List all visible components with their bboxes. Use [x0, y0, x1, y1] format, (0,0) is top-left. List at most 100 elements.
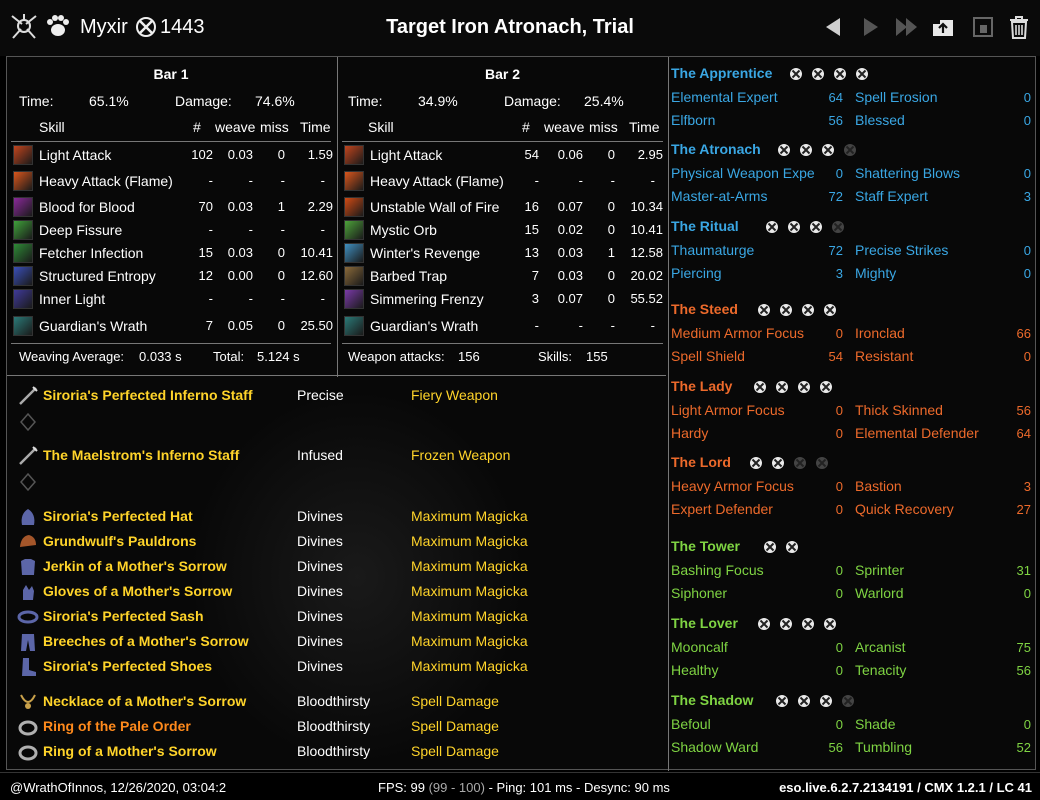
cp-star-value: 3 [1023, 189, 1031, 204]
cp-star-icon [842, 695, 854, 707]
shoes-icon [22, 658, 36, 676]
cp-star-value: 54 [828, 349, 843, 364]
bar2-header-time: Time [629, 119, 660, 135]
fast-forward-icon[interactable] [894, 14, 920, 40]
cp-star-value: 0 [835, 640, 843, 655]
cp-star-icon [776, 381, 788, 393]
gear-row[interactable]: Grundwulf's Pauldrons Divines Maximum Ma… [7, 530, 667, 554]
gear-row[interactable]: Siroria's Perfected Shoes Divines Maximu… [7, 655, 667, 679]
cp-star-name: Master-at-Arms [671, 188, 768, 204]
save-icon[interactable] [970, 14, 996, 40]
skill-row[interactable]: Light Attack 54 0.06 0 2.95 [338, 144, 667, 167]
cp-star-name: Light Armor Focus [671, 402, 785, 418]
skill-row[interactable]: Inner Light - - - - [7, 288, 335, 311]
skill-row[interactable]: Heavy Attack (Flame) - - - - [338, 170, 667, 193]
cp-star-icon [844, 144, 856, 156]
cp-star-name: Arcanist [855, 639, 906, 655]
gear-row[interactable]: Jerkin of a Mother's Sorrow Divines Maxi… [7, 555, 667, 579]
cp-star-icon [788, 221, 800, 233]
upload-icon[interactable] [930, 14, 956, 40]
skill-row[interactable]: Unstable Wall of Fire 16 0.07 0 10.34 [338, 196, 667, 219]
cp-slot-indicators [753, 380, 841, 394]
cp-star-name: Piercing [671, 265, 722, 281]
cp-star-name: Blessed [855, 112, 905, 128]
gear-row[interactable]: The Maelstrom's Inferno Staff Infused Fr… [7, 444, 667, 468]
race-paw-icon [47, 15, 69, 36]
bar2-header-miss: miss [589, 119, 618, 135]
bar1-header-skill: Skill [39, 119, 65, 135]
gear-row[interactable]: Gloves of a Mother's Sorrow Divines Maxi… [7, 580, 667, 604]
cp-star-icon [834, 68, 846, 80]
cp-star-icon [798, 695, 810, 707]
heavy-attack-icon [13, 171, 33, 191]
cp-star-name: Spell Shield [671, 348, 745, 364]
forward-arrow-icon[interactable] [858, 14, 884, 40]
skills-label: Skills: [538, 349, 572, 364]
cp-star-name: Medium Armor Focus [671, 325, 805, 341]
bar1-time-value: 65.1% [89, 93, 129, 109]
skill-row[interactable]: Guardian's Wrath 7 0.05 0 25.50 [7, 315, 335, 338]
cp-star-name: Elemental Defender [855, 425, 979, 441]
gear-row[interactable]: Necklace of a Mother's Sorrow Bloodthirs… [7, 690, 667, 714]
bar1-header-miss: miss [260, 119, 289, 135]
gear-row[interactable]: Siroria's Perfected Sash Divines Maximum… [7, 605, 667, 629]
skill-row[interactable]: Mystic Orb 15 0.02 0 10.41 [338, 219, 667, 242]
cp-slot-indicators [765, 220, 853, 234]
cp-star-icon [812, 68, 824, 80]
skill-row[interactable]: Light Attack 102 0.03 0 1.59 [7, 144, 335, 167]
skill-row[interactable]: Simmering Frenzy 3 0.07 0 55.52 [338, 288, 667, 311]
cp-star-value: 0 [835, 479, 843, 494]
gear-row[interactable]: Siroria's Perfected Hat Divines Maximum … [7, 505, 667, 529]
simmering-frenzy-icon [344, 289, 364, 309]
cp-constellation-title: The Tower [671, 538, 740, 554]
skill-row[interactable]: Structured Entropy 12 0.00 0 12.60 [7, 265, 335, 288]
cp-star-name: Expert Defender [671, 501, 773, 517]
cp-star-value: 0 [835, 563, 843, 578]
gear-row[interactable]: Breeches of a Mother's Sorrow Divines Ma… [7, 630, 667, 654]
cp-star-name: Shattering Blows [855, 165, 961, 181]
bar2-header-skill: Skill [368, 119, 394, 135]
weaving-average-label: Weaving Average: [19, 349, 125, 364]
cp-star-value: 52 [1016, 740, 1031, 755]
skill-row[interactable]: Fetcher Infection 15 0.03 0 10.41 [7, 242, 335, 265]
cp-slot-indicators [757, 617, 845, 631]
jerkin-icon [21, 559, 35, 575]
gear-row[interactable]: Ring of a Mother's Sorrow Bloodthirsty S… [7, 740, 667, 764]
staff-icon [19, 446, 38, 465]
cp-star-icon [824, 618, 836, 630]
cp-star-value: 56 [828, 113, 843, 128]
skill-row[interactable]: Heavy Attack (Flame) - - - - [7, 170, 335, 193]
light-attack-icon [13, 145, 33, 165]
skill-row[interactable]: Barbed Trap 7 0.03 0 20.02 [338, 265, 667, 288]
skill-row[interactable]: Deep Fissure - - - - [7, 219, 335, 242]
cp-star-icon [856, 68, 868, 80]
bar2-time-value: 34.9% [418, 93, 458, 109]
skill-row[interactable]: Winter's Revenge 13 0.03 1 12.58 [338, 242, 667, 265]
wall-of-fire-icon [344, 197, 364, 217]
cp-star-value: 75 [1016, 640, 1031, 655]
blood-for-blood-icon [13, 197, 33, 217]
cp-constellation-title: The Lord [671, 454, 731, 470]
bar2-header-count: # [522, 119, 530, 135]
fight-title: Target Iron Atronach, Trial [386, 16, 634, 38]
gear-row[interactable]: Ring of the Pale Order Bloodthirsty Spel… [7, 715, 667, 739]
trash-icon[interactable] [1006, 14, 1032, 40]
skill-row[interactable]: Guardian's Wrath - - - - [338, 315, 667, 338]
ring-icon [18, 720, 38, 736]
gear-row[interactable]: Siroria's Perfected Inferno Staff Precis… [7, 384, 667, 408]
title-bar: Myxir 1443 Target Iron Atronach, Trial [0, 0, 1040, 56]
champion-points-panel: The Apprentice Elemental Expert 64 Spell Er… [669, 57, 1037, 771]
cp-star-icon [786, 541, 798, 553]
back-arrow-icon[interactable] [820, 14, 846, 40]
cp-star-name: Staff Expert [855, 188, 928, 204]
inner-light-icon [13, 289, 33, 309]
light-attack-icon [344, 145, 364, 165]
cp-star-value: 0 [835, 166, 843, 181]
cp-star-icon [810, 221, 822, 233]
cp-star-name: Elfborn [671, 112, 716, 128]
skill-row[interactable]: Blood for Blood 70 0.03 1 2.29 [7, 196, 335, 219]
cp-star-icon [802, 618, 814, 630]
cp-star-name: Sprinter [855, 562, 905, 578]
bar2-title: Bar 2 [484, 66, 521, 82]
bar2-panel: Bar 2 Time: 34.9% Damage: 25.4% Skill # … [337, 57, 667, 377]
